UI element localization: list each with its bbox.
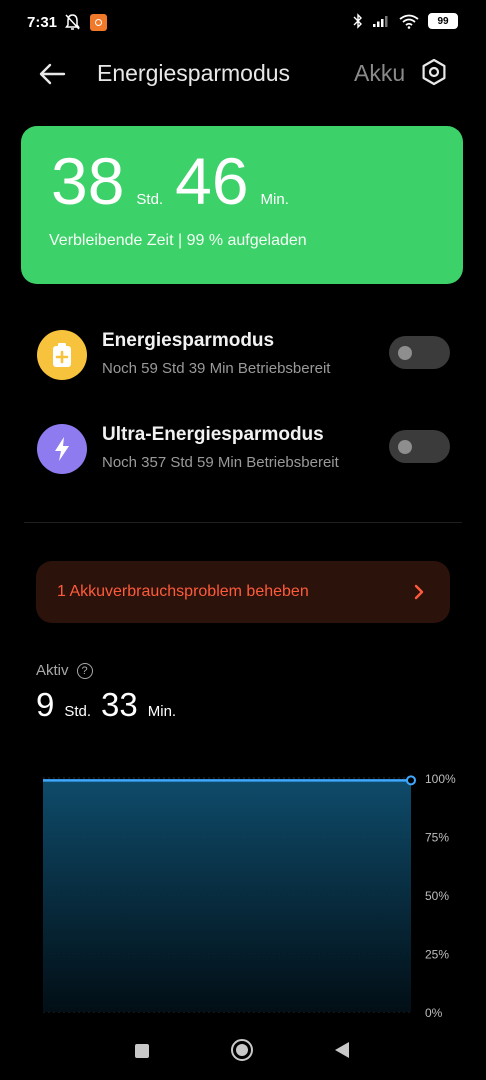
battery-level-chart: 100% 75% 50% 25% 0% [43, 772, 456, 1020]
remaining-hours: 38 [51, 144, 125, 218]
y-tick-label: 0% [425, 1006, 443, 1020]
battery-problem-text: 1 Akkuverbrauchsproblem beheben [57, 583, 309, 600]
active-time: 9 Std. 33 Min. [36, 688, 186, 721]
active-hours-unit: Std. [64, 703, 92, 720]
y-tick-label: 50% [425, 889, 449, 903]
hours-unit: Std. [136, 191, 164, 208]
active-hours: 9 [36, 686, 55, 723]
system-nav-bar [0, 1030, 486, 1080]
settings-icon[interactable] [420, 58, 448, 86]
cellular-signal-icon [373, 16, 388, 27]
ultra-battery-saver-toggle[interactable] [389, 430, 450, 463]
lightning-icon [37, 424, 87, 474]
app-notification-icon [90, 13, 107, 31]
battery-problem-banner[interactable]: 1 Akkuverbrauchsproblem beheben [36, 561, 450, 623]
battery-icon: 99 [428, 13, 458, 29]
y-tick-label: 75% [425, 831, 449, 845]
system-back-button[interactable] [335, 1042, 349, 1058]
remaining-subtitle: Verbleibende Zeit | 99 % aufgeladen [49, 232, 307, 249]
back-arrow-icon[interactable] [36, 58, 68, 90]
active-minutes: 33 [101, 686, 138, 723]
y-tick-label: 100% [425, 772, 456, 786]
ultra-battery-saver-row[interactable]: Ultra-Energiesparmodus Noch 357 Std 59 M… [0, 424, 486, 504]
home-button[interactable] [231, 1039, 253, 1061]
header: Energiesparmodus Akku [0, 46, 486, 102]
y-tick-label: 25% [425, 948, 449, 962]
ultra-battery-saver-subtitle: Noch 357 Std 59 Min Betriebsbereit [102, 454, 339, 471]
active-label: Aktiv [36, 662, 69, 679]
remaining-minutes: 46 [175, 144, 249, 218]
battery-saver-toggle[interactable] [389, 336, 450, 369]
active-label-row: Aktiv ? [36, 662, 93, 679]
series-endpoint [406, 775, 416, 786]
recents-button[interactable] [135, 1044, 149, 1058]
ultra-battery-saver-title: Ultra-Energiesparmodus [102, 424, 324, 445]
help-icon[interactable]: ? [76, 662, 93, 679]
battery-saver-row[interactable]: Energiesparmodus Noch 59 Std 39 Min Betr… [0, 330, 486, 410]
wifi-icon [399, 14, 419, 29]
battery-saver-title: Energiesparmodus [102, 330, 275, 351]
tab-akku[interactable]: Akku [354, 60, 410, 87]
divider [24, 522, 462, 523]
status-bar: 7:31 99 [0, 0, 486, 46]
bluetooth-icon [353, 13, 362, 29]
bell-off-icon [65, 14, 80, 30]
remaining-time-card: 38 Std. 46 Min. Verbleibende Zeit | 99 %… [21, 126, 463, 284]
battery-saver-subtitle: Noch 59 Std 39 Min Betriebsbereit [102, 360, 331, 377]
battery-plus-icon [37, 330, 87, 380]
active-minutes-unit: Min. [147, 703, 177, 720]
page-title: Energiesparmodus [97, 60, 291, 86]
minutes-unit: Min. [260, 191, 289, 208]
series-area [43, 780, 411, 1012]
status-time: 7:31 [27, 14, 58, 31]
battery-level: 99 [437, 15, 449, 27]
chevron-right-icon [414, 584, 424, 600]
